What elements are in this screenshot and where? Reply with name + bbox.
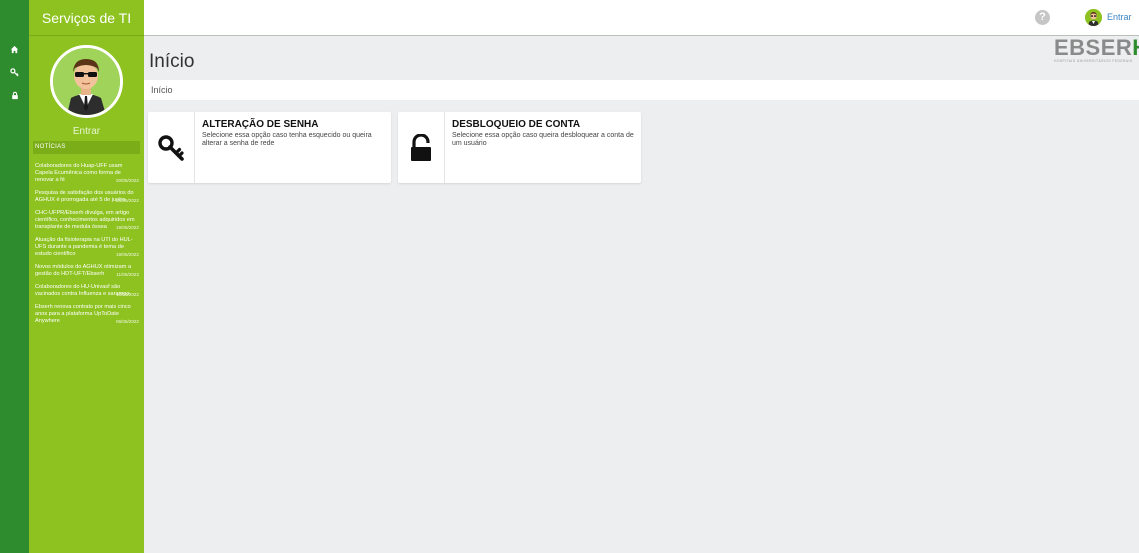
key-icon — [158, 134, 184, 161]
icon-rail — [0, 0, 29, 553]
news-item[interactable]: Atuação da fisioterapia na UTI do HUL-UF… — [35, 237, 139, 258]
help-icon[interactable]: ? — [1035, 10, 1050, 25]
news-item-date: 06/05/2022 — [116, 319, 139, 324]
news-heading: NOTÍCIAS — [33, 141, 140, 154]
news-list: Colaboradores do Huap-UFF usam Capela Ec… — [35, 163, 139, 331]
breadcrumb-item[interactable]: Início — [151, 85, 173, 95]
rail-lock[interactable] — [0, 84, 29, 106]
card-description: Selecione essa opção caso tenha esquecid… — [202, 132, 372, 147]
sidebar-title: Serviços de TI — [29, 0, 144, 36]
avatar — [50, 45, 123, 118]
news-item-date: 11/05/2022 — [116, 272, 139, 277]
user-avatar-illustration — [53, 48, 120, 115]
logo-wordmark: EBSERH — [1054, 35, 1139, 60]
user-avatar-small — [1085, 9, 1102, 26]
page-title: Início — [149, 51, 195, 72]
logo-main-text: EBSER — [1054, 35, 1133, 60]
news-item[interactable]: CHC-UFPR/Ebserh divulga, em artigo cient… — [35, 210, 139, 231]
news-item-text: Colaboradores do Huap-UFF usam Capela Ec… — [35, 163, 123, 183]
ebserh-logo: EBSERH HOSPITAIS UNIVERSITÁRIOS FEDERAIS — [1054, 35, 1139, 66]
card-title: DESBLOQUEIO DE CONTA — [452, 119, 581, 130]
news-item[interactable]: Colaboradores do Huap-UFF usam Capela Ec… — [35, 163, 139, 184]
rail-key[interactable] — [0, 61, 29, 83]
news-item-date: 20/05/2022 — [116, 198, 139, 203]
sidebar-signin-label[interactable]: Entrar — [29, 126, 144, 137]
breadcrumb: Início — [144, 80, 1139, 100]
news-item[interactable]: Ebserh renova contrato por mais cinco an… — [35, 304, 139, 325]
news-item[interactable]: Novos módulos do AGHUX otimizam a gestão… — [35, 264, 139, 278]
password-change-card[interactable]: ALTERAÇÃO DE SENHA Selecione essa opção … — [148, 112, 391, 183]
news-item-date: 10/05/2022 — [116, 292, 139, 297]
key-icon — [10, 67, 19, 77]
logo-subtitle: HOSPITAIS UNIVERSITÁRIOS FEDERAIS — [1054, 59, 1133, 63]
rail-home[interactable] — [0, 38, 29, 60]
news-item-date: 19/05/2022 — [116, 225, 139, 230]
card-icon-container — [148, 112, 195, 183]
news-item-date: 19/05/2022 — [116, 252, 139, 257]
top-bar: ? Entrar — [144, 0, 1139, 36]
user-avatar-icon[interactable] — [1085, 9, 1102, 26]
card-description: Selecione essa opção caso queira desbloq… — [452, 132, 634, 147]
lock-icon — [11, 91, 18, 99]
signin-link[interactable]: Entrar — [1107, 12, 1132, 22]
card-icon-container — [398, 112, 445, 183]
news-item[interactable]: Colaboradores do HU-Univasf são vacinado… — [35, 284, 139, 298]
news-item-date: 20/05/2022 — [116, 178, 139, 183]
news-item[interactable]: Pesquisa de satisfação dos usuários do A… — [35, 190, 139, 204]
unlock-icon — [411, 133, 431, 161]
account-unlock-card[interactable]: DESBLOQUEIO DE CONTA Selecione essa opçã… — [398, 112, 641, 183]
home-icon — [10, 45, 19, 53]
logo-accent-text: H — [1132, 35, 1139, 60]
sidebar: Serviços de TI Entrar NOTÍCIAS Colaborad… — [29, 0, 144, 553]
card-title: ALTERAÇÃO DE SENHA — [202, 119, 319, 130]
